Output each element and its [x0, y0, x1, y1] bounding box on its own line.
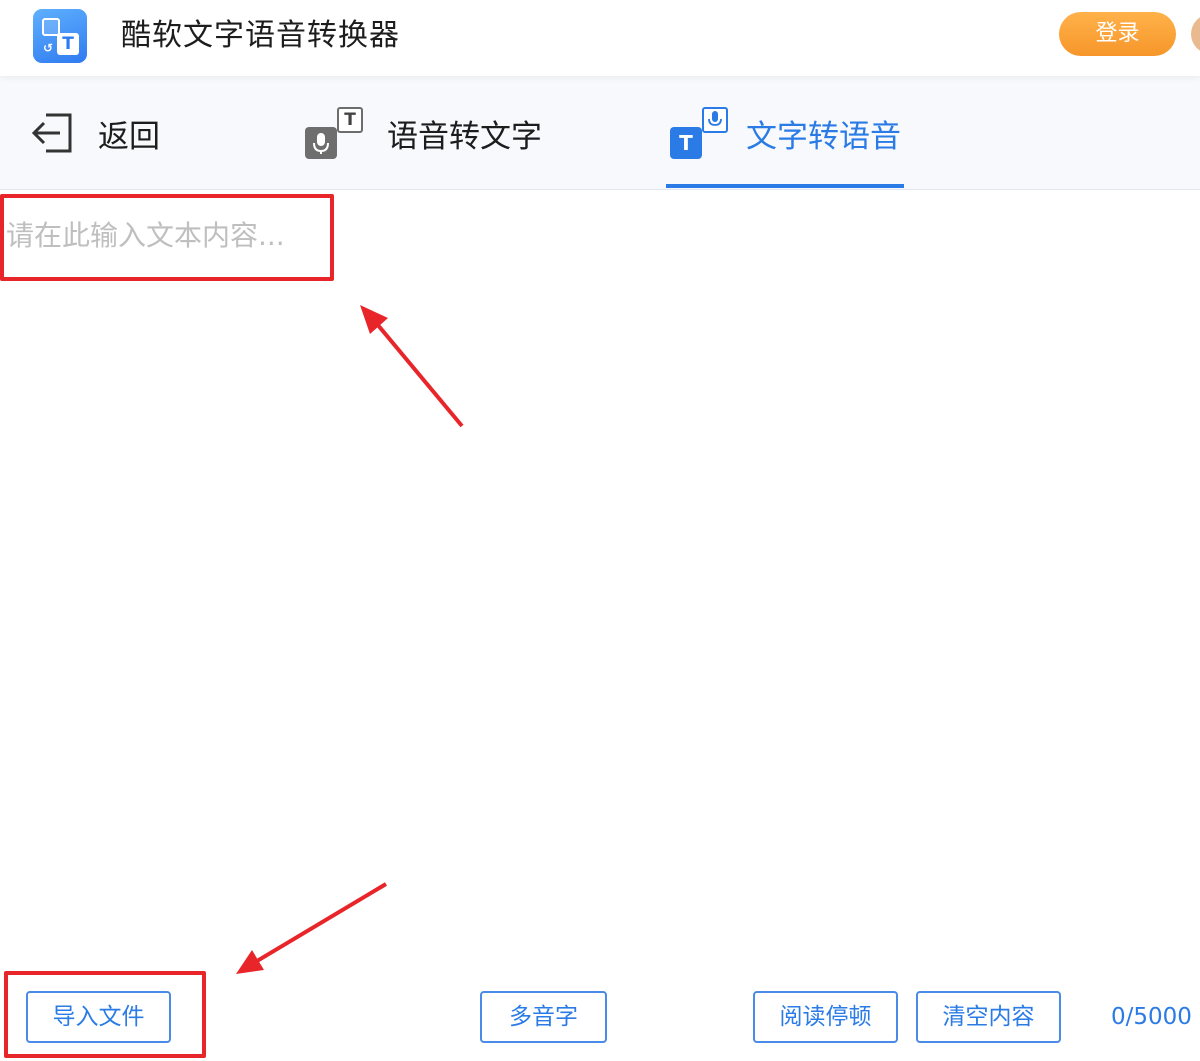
- reading-pause-button[interactable]: 阅读停顿: [753, 991, 898, 1043]
- polyphone-button[interactable]: 多音字: [480, 991, 607, 1043]
- text-to-mic-icon: T: [670, 107, 728, 159]
- text-box-icon: T: [337, 107, 363, 133]
- title-bar: ↺ T 酷软文字语音转换器 登录: [0, 0, 1200, 76]
- avatar[interactable]: [1191, 14, 1200, 54]
- char-count: 0/5000: [1111, 1004, 1192, 1030]
- login-button[interactable]: 登录: [1059, 12, 1176, 56]
- text-letter-icon: T: [670, 127, 702, 159]
- import-file-button[interactable]: 导入文件: [26, 991, 171, 1043]
- tab-label-speech-to-text: 语音转文字: [387, 118, 542, 155]
- app-title: 酷软文字语音转换器: [121, 18, 400, 53]
- mic-to-text-icon: T: [305, 107, 363, 159]
- app-logo-icon: ↺ T: [33, 9, 87, 63]
- tab-label-text-to-speech: 文字转语音: [746, 118, 901, 155]
- back-arrow-icon: [31, 113, 72, 153]
- active-tab-indicator: [666, 184, 904, 188]
- mic-icon: [313, 133, 329, 154]
- editor-area: [0, 191, 1200, 961]
- tab-text-to-speech[interactable]: T 文字转语音: [670, 76, 901, 190]
- tab-speech-to-text[interactable]: T 语音转文字: [305, 76, 542, 190]
- clear-content-button[interactable]: 清空内容: [916, 991, 1061, 1043]
- nav-bar: 返回 T 语音转文字 T 文字转语音: [0, 76, 1200, 190]
- mic-icon: [708, 111, 722, 126]
- text-input[interactable]: [6, 205, 1186, 945]
- app-logo-letter: T: [57, 33, 79, 55]
- back-button[interactable]: 返回: [30, 76, 160, 190]
- back-label: 返回: [98, 118, 160, 155]
